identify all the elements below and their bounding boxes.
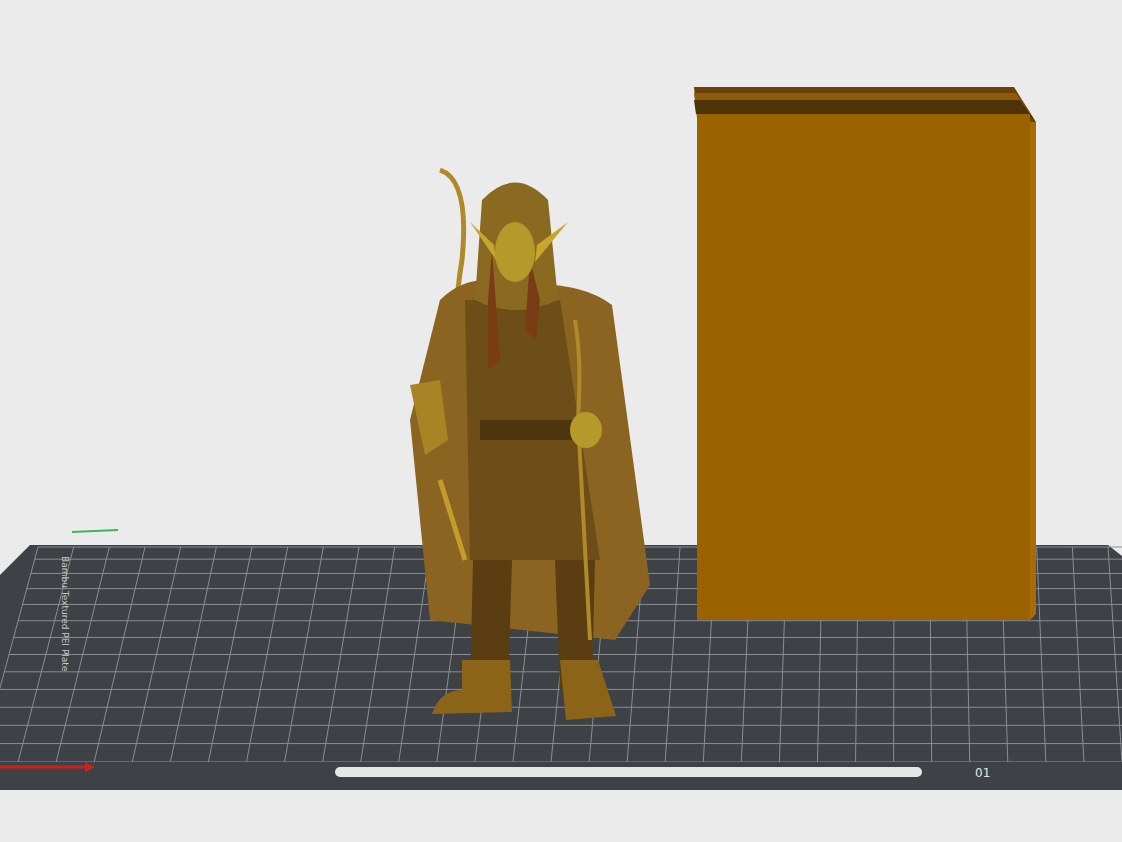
plate-label: Bambu Textured PEI Plate: [60, 556, 70, 672]
x-axis-icon: [0, 766, 85, 769]
plate-number[interactable]: 01: [975, 766, 990, 780]
plate-name-bar: [335, 767, 922, 777]
scene[interactable]: 01 Bambu Textured PEI Plate: [0, 0, 1122, 842]
box-model[interactable]: [694, 87, 1036, 620]
y-axis-icon: [72, 530, 118, 532]
figurine-model[interactable]: [410, 170, 650, 720]
3d-viewport[interactable]: 01 Bambu Textured PEI Plate: [0, 0, 1122, 842]
